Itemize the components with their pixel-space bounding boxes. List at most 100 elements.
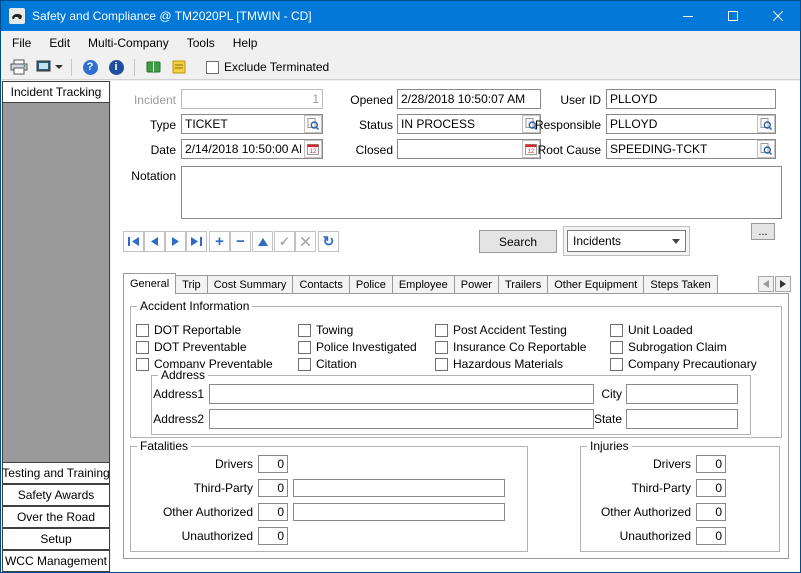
menu-item-edit[interactable]: Edit bbox=[40, 31, 79, 55]
tab-cost-summary[interactable]: Cost Summary bbox=[207, 275, 294, 293]
search-button[interactable]: Search bbox=[479, 230, 557, 253]
root-cause-lookup-button[interactable] bbox=[757, 140, 775, 158]
nav-cancel-button[interactable] bbox=[295, 231, 316, 252]
tab-steps-taken[interactable]: Steps Taken bbox=[643, 275, 717, 293]
fatalities-other-authorized-detail-field[interactable] bbox=[293, 503, 505, 521]
tab-general[interactable]: General bbox=[123, 273, 176, 294]
address2-field[interactable] bbox=[209, 409, 594, 429]
record-scope-select[interactable]: Incidents bbox=[567, 230, 686, 252]
help-button[interactable]: ? bbox=[77, 57, 103, 78]
sidebar-item-setup[interactable]: Setup bbox=[2, 528, 110, 550]
date-calendar-button[interactable]: 12 bbox=[304, 140, 322, 158]
tab-scroll-right-button[interactable] bbox=[775, 276, 791, 292]
incident-field bbox=[181, 89, 323, 109]
tab-other-equipment[interactable]: Other Equipment bbox=[547, 275, 644, 293]
injuries-other-authorized-field[interactable] bbox=[696, 503, 726, 521]
tab-contacts[interactable]: Contacts bbox=[292, 275, 349, 293]
sidebar-item-wcc-management[interactable]: WCC Management bbox=[2, 550, 110, 572]
fatalities-third-party-detail-field[interactable] bbox=[293, 479, 505, 497]
opened-field[interactable] bbox=[397, 89, 541, 109]
close-button[interactable] bbox=[755, 1, 800, 31]
window-title: Safety and Compliance @ TM2020PL [TMWIN … bbox=[32, 9, 665, 23]
injuries-drivers-field[interactable] bbox=[696, 455, 726, 473]
user-id-field[interactable] bbox=[606, 89, 776, 109]
lookup-icon bbox=[760, 143, 772, 155]
window-select-button[interactable] bbox=[32, 57, 66, 78]
checkbox-dot-reportable[interactable]: DOT Reportable bbox=[136, 323, 241, 337]
tab-trailers[interactable]: Trailers bbox=[498, 275, 548, 293]
nav-save-button[interactable]: ✓ bbox=[274, 231, 295, 252]
sidebar-item-incident-tracking[interactable]: Incident Tracking bbox=[2, 81, 110, 103]
checkbox-dot-preventable[interactable]: DOT Preventable bbox=[136, 340, 247, 354]
checkbox-hazardous-materials[interactable]: Hazardous Materials bbox=[435, 357, 563, 371]
city-field[interactable] bbox=[626, 384, 738, 404]
about-button[interactable]: i bbox=[103, 57, 129, 78]
prev-record-icon bbox=[149, 237, 160, 246]
tab-trip[interactable]: Trip bbox=[175, 275, 208, 293]
checkbox-towing[interactable]: Towing bbox=[298, 323, 353, 337]
type-lookup-button[interactable] bbox=[304, 115, 322, 133]
date-field[interactable] bbox=[181, 139, 323, 159]
checkbox-citation[interactable]: Citation bbox=[298, 357, 357, 371]
minimize-button[interactable] bbox=[665, 1, 710, 31]
notation-label: Notation bbox=[111, 169, 176, 183]
injuries-third-party-field[interactable] bbox=[696, 479, 726, 497]
fatalities-unauthorized-field[interactable] bbox=[258, 527, 288, 545]
sidebar-item-testing-and-training[interactable]: Testing and Training bbox=[2, 462, 110, 484]
fatalities-drivers-field[interactable] bbox=[258, 455, 288, 473]
checkbox-subrogation-claim[interactable]: Subrogation Claim bbox=[610, 340, 727, 354]
responsible-lookup-button[interactable] bbox=[757, 115, 775, 133]
menu-item-tools[interactable]: Tools bbox=[178, 31, 224, 55]
tab-employee[interactable]: Employee bbox=[392, 275, 455, 293]
state-field[interactable] bbox=[626, 409, 738, 429]
fatalities-other-authorized-label: Other Authorized bbox=[131, 505, 253, 519]
sidebar-content-panel bbox=[2, 103, 110, 462]
nav-first-button[interactable] bbox=[123, 231, 144, 252]
menu-item-multi-company[interactable]: Multi-Company bbox=[79, 31, 178, 55]
status-field[interactable] bbox=[397, 114, 541, 134]
maximize-button[interactable] bbox=[710, 1, 755, 31]
checkbox-box bbox=[435, 324, 448, 337]
checkbox-company-precautionary[interactable]: Company Precautionary bbox=[610, 357, 757, 371]
fatalities-third-party-field[interactable] bbox=[258, 479, 288, 497]
checkbox-insurance-co-reportable[interactable]: Insurance Co Reportable bbox=[435, 340, 586, 354]
type-field[interactable] bbox=[181, 114, 323, 134]
fatalities-other-authorized-field[interactable] bbox=[258, 503, 288, 521]
checkbox-unit-loaded[interactable]: Unit Loaded bbox=[610, 323, 693, 337]
tab-scroll-left-button[interactable] bbox=[758, 276, 774, 292]
x-icon bbox=[301, 237, 310, 246]
checkbox-box bbox=[298, 324, 311, 337]
nav-delete-button[interactable]: − bbox=[230, 231, 251, 252]
sidebar-item-over-the-road[interactable]: Over the Road bbox=[2, 506, 110, 528]
closed-field[interactable] bbox=[397, 139, 541, 159]
address1-field[interactable] bbox=[209, 384, 594, 404]
more-options-button[interactable]: ... bbox=[751, 223, 775, 240]
print-button[interactable] bbox=[6, 57, 32, 78]
form-window-icon bbox=[36, 60, 52, 74]
responsible-field[interactable] bbox=[606, 114, 776, 134]
injuries-drivers-label: Drivers bbox=[581, 457, 691, 471]
nav-prev-button[interactable] bbox=[144, 231, 165, 252]
checkbox-box bbox=[610, 358, 623, 371]
notes-button[interactable] bbox=[166, 57, 192, 78]
tab-power[interactable]: Power bbox=[454, 275, 499, 293]
sidebar-item-safety-awards[interactable]: Safety Awards bbox=[2, 484, 110, 506]
nav-refresh-button[interactable]: ↻ bbox=[318, 231, 339, 252]
nav-last-button[interactable] bbox=[186, 231, 207, 252]
notation-textarea[interactable] bbox=[181, 166, 782, 219]
checkbox-box bbox=[298, 341, 311, 354]
root-cause-field[interactable] bbox=[606, 139, 776, 159]
nav-add-button[interactable]: + bbox=[209, 231, 230, 252]
tab-strip: General Trip Cost Summary Contacts Polic… bbox=[123, 272, 717, 293]
menu-item-file[interactable]: File bbox=[3, 31, 40, 55]
checkbox-label: DOT Preventable bbox=[154, 340, 247, 354]
checkbox-post-accident-testing[interactable]: Post Accident Testing bbox=[435, 323, 567, 337]
resources-button[interactable] bbox=[140, 57, 166, 78]
nav-next-button[interactable] bbox=[165, 231, 186, 252]
exclude-terminated-checkbox[interactable]: Exclude Terminated bbox=[206, 60, 329, 74]
checkbox-police-investigated[interactable]: Police Investigated bbox=[298, 340, 417, 354]
tab-police[interactable]: Police bbox=[349, 275, 393, 293]
injuries-unauthorized-field[interactable] bbox=[696, 527, 726, 545]
menu-item-help[interactable]: Help bbox=[224, 31, 267, 55]
nav-up-button[interactable] bbox=[252, 231, 273, 252]
